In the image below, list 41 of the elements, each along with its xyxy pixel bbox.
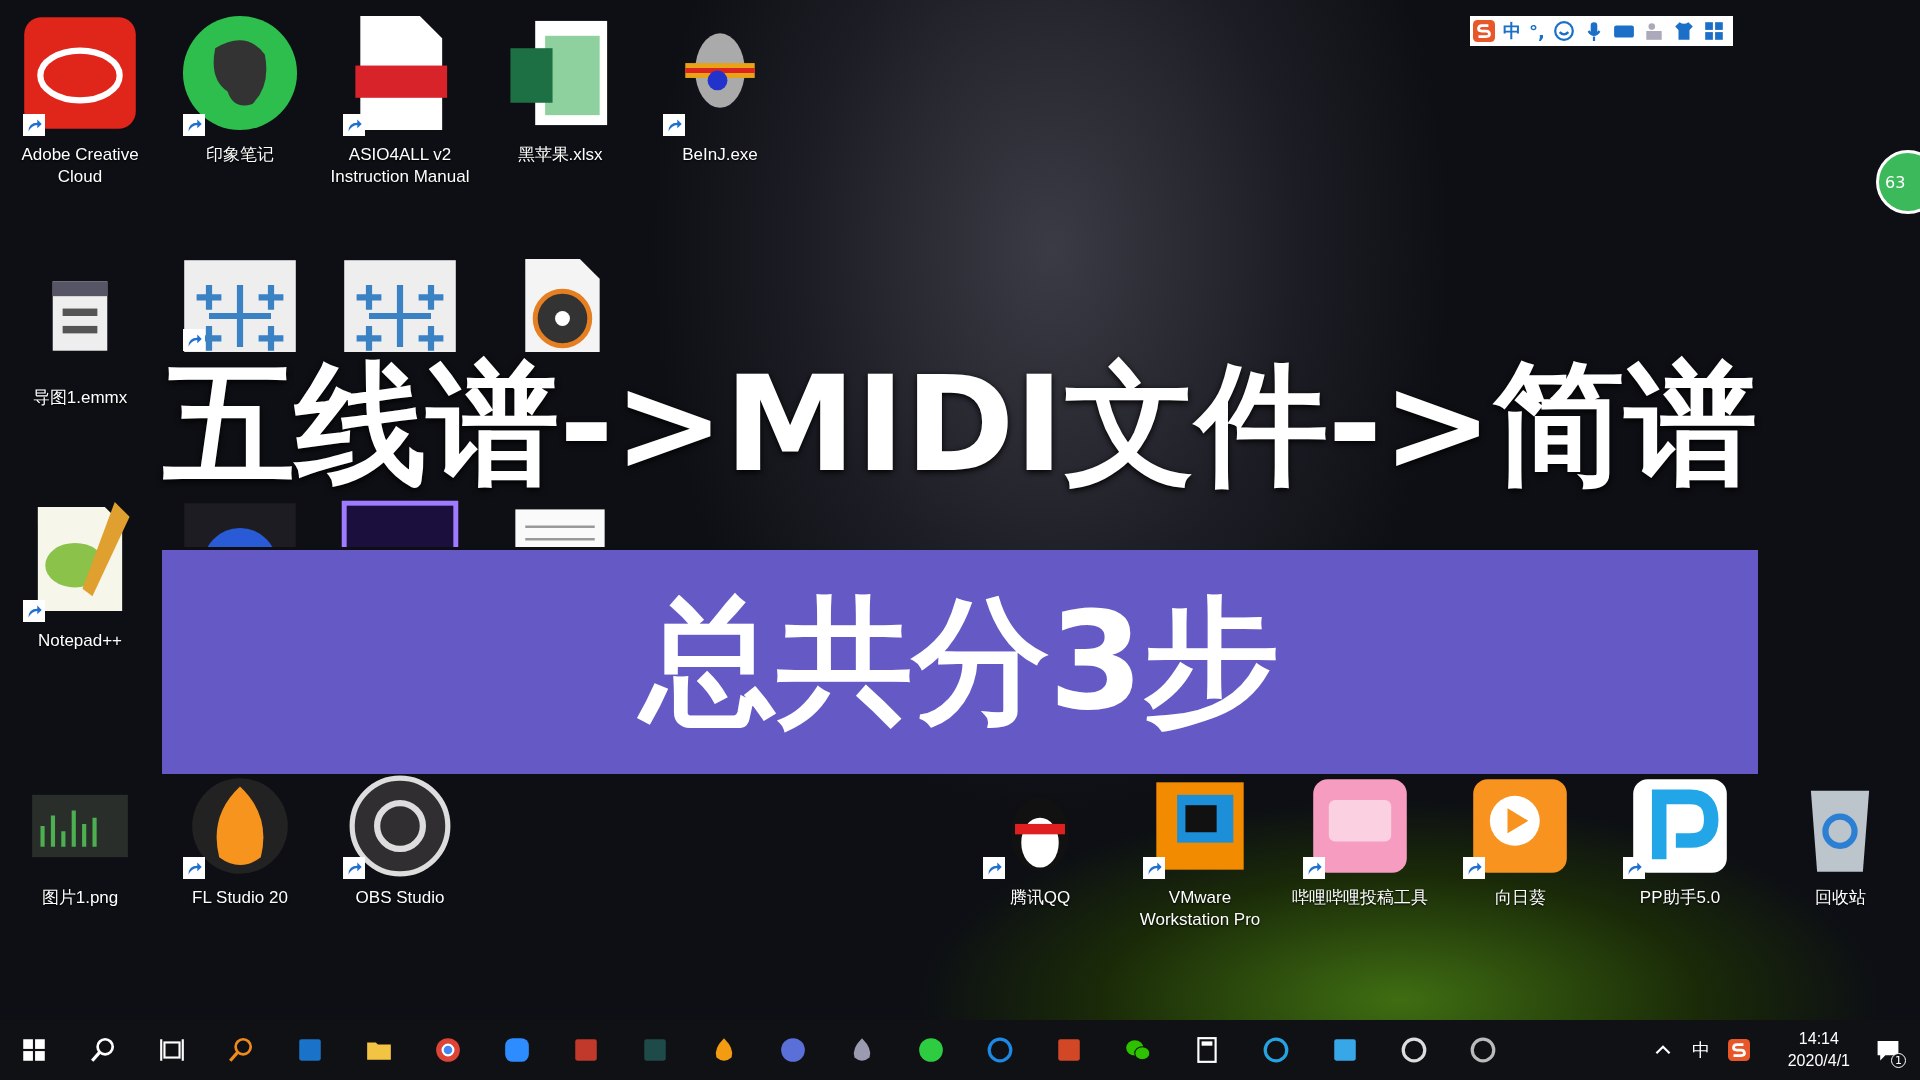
- icon-label[interactable]: Adobe Creative Cloud: [2, 144, 158, 189]
- s-logo-icon[interactable]: [1727, 1039, 1750, 1061]
- icon-label[interactable]: 腾讯QQ: [1009, 887, 1071, 910]
- windows-icon[interactable]: [20, 1036, 48, 1064]
- smiley-icon[interactable]: [1552, 20, 1575, 42]
- circle-icon[interactable]: [1469, 1036, 1497, 1064]
- icon-label[interactable]: VMware Workstation Pro: [1122, 887, 1278, 932]
- icon-label[interactable]: BeInJ.exe: [682, 144, 758, 167]
- icon-label[interactable]: 图片1.png: [41, 887, 119, 910]
- clock-date[interactable]: 2020/4/1: [1787, 1050, 1850, 1073]
- icon-label[interactable]: 回收站: [1814, 887, 1866, 910]
- icon-label[interactable]: 印象笔记: [206, 144, 274, 167]
- icon-label[interactable]: 哔哩哔哩投稿工具: [1292, 887, 1428, 910]
- icon-label[interactable]: ASIO4ALL v2 Instruction Manual: [322, 144, 478, 189]
- icon-label[interactable]: Notepad++: [37, 630, 123, 653]
- grid-icon[interactable]: [1702, 20, 1725, 42]
- app-icon[interactable]: [917, 1036, 945, 1064]
- disc-icon[interactable]: [779, 1036, 807, 1064]
- icon-label[interactable]: 导图1.emmx: [32, 387, 128, 410]
- magnifier-icon[interactable]: [227, 1036, 255, 1064]
- ime-mode[interactable]: 中: [1503, 19, 1521, 43]
- punctuation-toggle[interactable]: °,: [1529, 20, 1545, 42]
- icon-label[interactable]: FL Studio 20: [192, 887, 288, 910]
- overlay-banner: 总共分3步: [162, 550, 1758, 774]
- overlay-title: 五线谱->MIDI文件->简谱: [163, 358, 1757, 490]
- search-icon[interactable]: [89, 1036, 117, 1064]
- record-icon[interactable]: [348, 774, 452, 878]
- icon-label[interactable]: 黑苹果.xlsx: [517, 144, 603, 167]
- icon-label[interactable]: OBS Studio: [355, 887, 445, 910]
- icon-label[interactable]: PP助手5.0: [1639, 887, 1721, 910]
- search-app-icon[interactable]: [1262, 1036, 1290, 1064]
- slides-icon[interactable]: [1055, 1036, 1083, 1064]
- app-icon[interactable]: [1331, 1036, 1359, 1064]
- input-method-indicator[interactable]: 中: [1691, 1038, 1710, 1062]
- icon-label[interactable]: 向日葵: [1494, 887, 1546, 910]
- mail-app-icon[interactable]: [296, 1036, 324, 1064]
- video-camera-icon[interactable]: [503, 1036, 531, 1064]
- shirt-icon[interactable]: [1672, 20, 1695, 42]
- notification-count: 1: [1891, 1053, 1906, 1068]
- clock-time[interactable]: 14:14: [1798, 1027, 1839, 1050]
- task-view-icon[interactable]: [158, 1036, 186, 1064]
